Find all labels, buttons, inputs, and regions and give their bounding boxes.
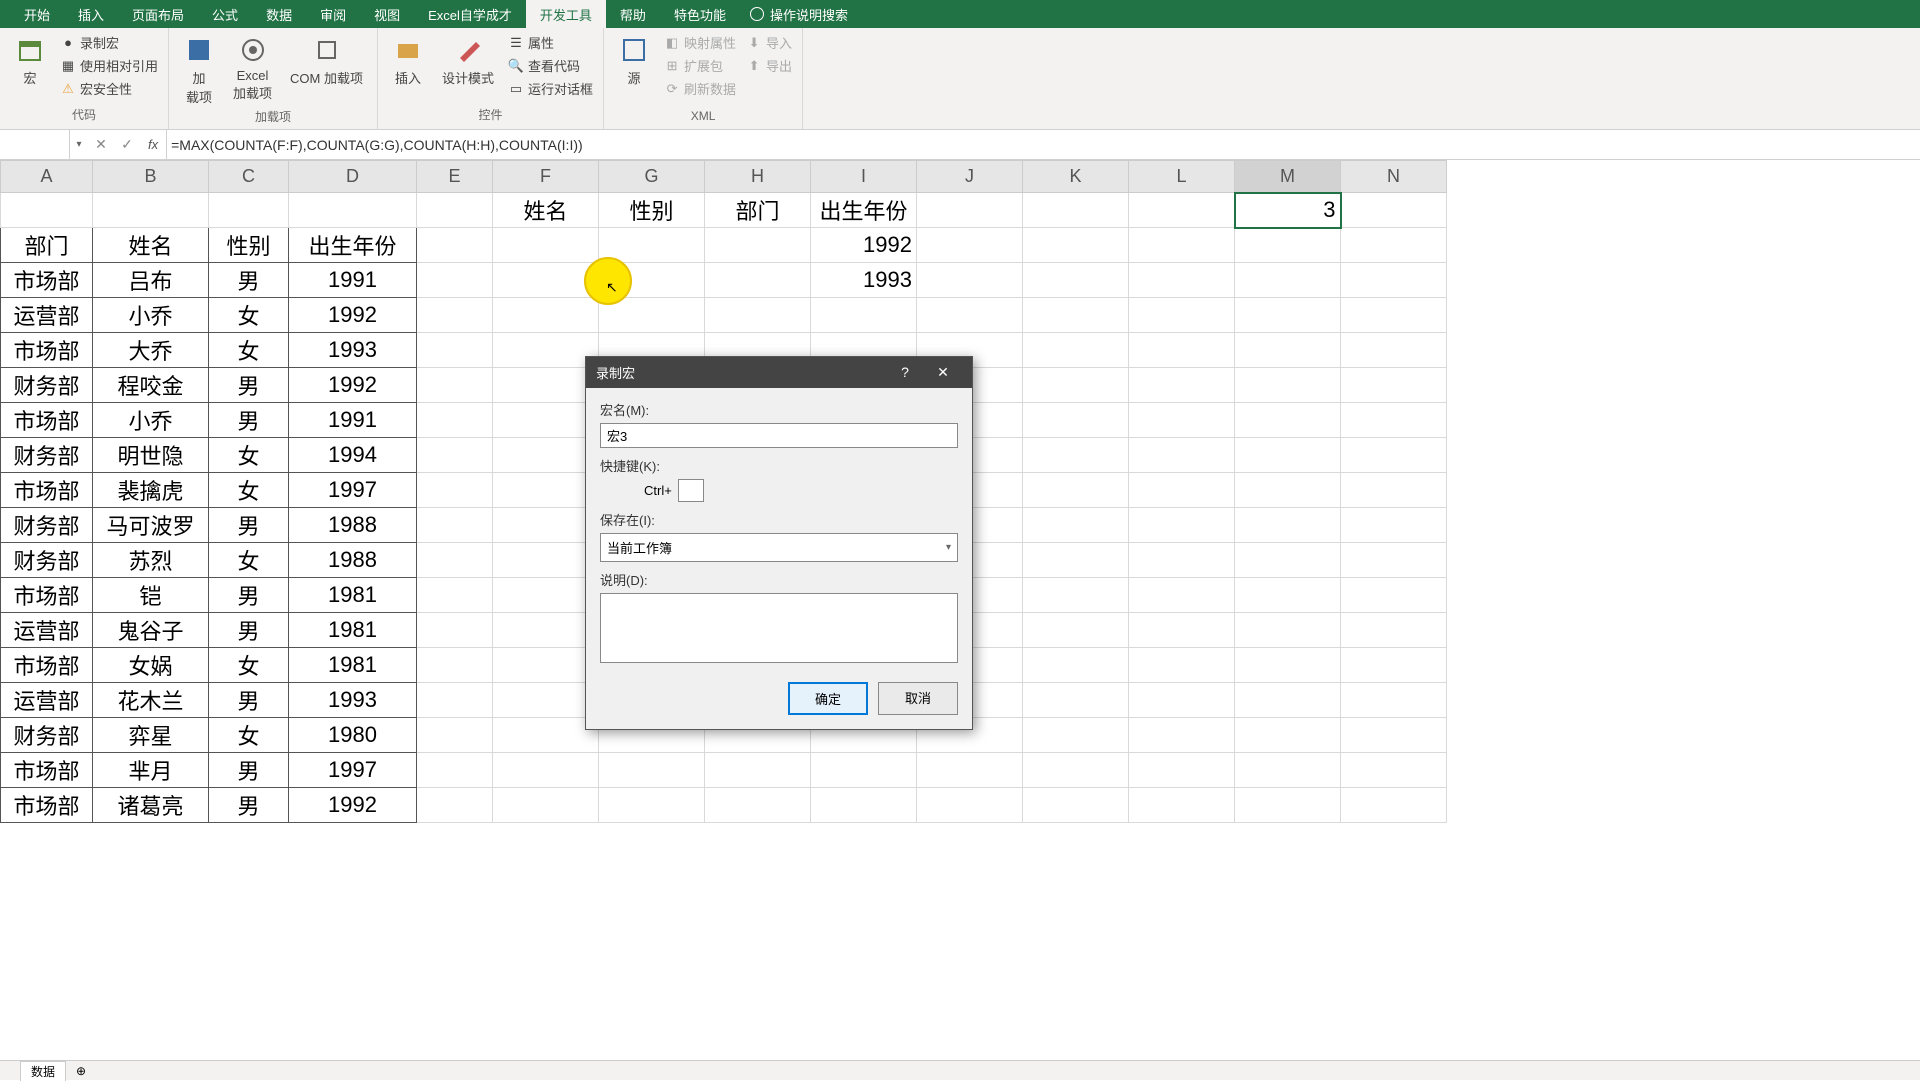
group-addins-label: 加载项	[177, 108, 369, 127]
addins-icon	[183, 34, 215, 66]
macros-button[interactable]: 宏	[8, 32, 52, 89]
shortcut-prefix: Ctrl+	[644, 483, 672, 498]
map-icon: ◧	[664, 35, 680, 51]
addins-button[interactable]: 加 载项	[177, 32, 221, 108]
name-box-dropdown[interactable]: ▾	[70, 139, 88, 150]
tab-layout[interactable]: 页面布局	[118, 0, 198, 29]
map-props-button: ◧映射属性	[662, 32, 738, 53]
grid-row[interactable]: 姓名性别部门出生年份 3	[1, 193, 1447, 228]
ribbon: 宏 ●录制宏 ▦使用相对引用 ⚠宏安全性 代码 加 载项 Excel 加载项 C…	[0, 28, 1920, 130]
group-controls-label: 控件	[386, 106, 595, 125]
dialog-titlebar[interactable]: 录制宏 ? ✕	[586, 357, 972, 388]
insert-control-icon	[392, 34, 424, 66]
bulb-icon	[750, 7, 764, 21]
help-button[interactable]: ?	[886, 364, 924, 381]
sheet-tabs: 数据 ⊕	[0, 1060, 1920, 1080]
shortcut-input[interactable]	[678, 479, 704, 502]
properties-button[interactable]: ☰属性	[506, 32, 595, 53]
desc-label: 说明(D):	[600, 570, 958, 589]
macros-icon	[14, 34, 46, 66]
expansion-button: ⊞扩展包	[662, 55, 738, 76]
group-xml-label: XML	[612, 109, 794, 125]
tab-insert[interactable]: 插入	[64, 0, 118, 29]
macro-name-label: 宏名(M):	[600, 400, 958, 419]
fx-button[interactable]: fx	[140, 137, 166, 152]
ok-button[interactable]: 确定	[788, 682, 868, 715]
sheet-tab-active[interactable]: 数据	[20, 1061, 66, 1081]
import-button: ⬇导入	[744, 32, 794, 53]
view-code-button[interactable]: 🔍查看代码	[506, 55, 595, 76]
confirm-edit-button[interactable]: ✓	[114, 136, 140, 153]
chevron-down-icon: ▾	[946, 542, 951, 553]
shield-icon: ⚠	[60, 81, 76, 97]
tell-me-search[interactable]: 操作说明搜索	[750, 5, 848, 24]
record-macro-button[interactable]: ●录制宏	[58, 32, 160, 53]
name-box[interactable]	[0, 130, 70, 159]
cursor-highlight-icon: ↖	[584, 257, 632, 305]
tab-data[interactable]: 数据	[252, 0, 306, 29]
shortcut-label: 快捷键(K):	[600, 456, 958, 475]
insert-control-button[interactable]: 插入	[386, 32, 430, 89]
export-icon: ⬆	[746, 58, 762, 74]
tell-me-label: 操作说明搜索	[770, 5, 848, 24]
properties-icon: ☰	[508, 35, 524, 51]
xml-source-icon	[618, 34, 650, 66]
formula-input[interactable]: =MAX(COUNTA(F:F),COUNTA(G:G),COUNTA(H:H)…	[167, 137, 1920, 153]
cancel-edit-button[interactable]: ✕	[88, 136, 114, 153]
code-icon: 🔍	[508, 58, 524, 74]
tab-custom[interactable]: Excel自学成才	[414, 0, 526, 29]
formula-bar: ▾ ✕ ✓ fx =MAX(COUNTA(F:F),COUNTA(G:G),CO…	[0, 130, 1920, 160]
xml-source-button[interactable]: 源	[612, 32, 656, 89]
refresh-icon: ⟳	[664, 81, 680, 97]
refresh-button: ⟳刷新数据	[662, 78, 738, 99]
tab-developer[interactable]: 开发工具	[526, 0, 606, 29]
design-mode-button[interactable]: 设计模式	[436, 32, 500, 89]
tab-features[interactable]: 特色功能	[660, 0, 740, 29]
excel-addins-icon	[237, 34, 269, 66]
run-dialog-button[interactable]: ▭运行对话框	[506, 78, 595, 99]
macro-security-button[interactable]: ⚠宏安全性	[58, 78, 160, 99]
desc-textarea[interactable]	[600, 593, 958, 663]
cancel-button[interactable]: 取消	[878, 682, 958, 715]
com-addins-icon	[311, 34, 343, 66]
new-sheet-button[interactable]: ⊕	[76, 1064, 86, 1078]
tab-view[interactable]: 视图	[360, 0, 414, 29]
table-row[interactable]: 市场部芈月男1997	[1, 753, 1447, 788]
import-icon: ⬇	[746, 35, 762, 51]
group-code-label: 代码	[8, 106, 160, 125]
com-addins-button[interactable]: COM 加载项	[284, 32, 369, 89]
table-row[interactable]: 运营部小乔女1992	[1, 298, 1447, 333]
tab-home[interactable]: 开始	[10, 0, 64, 29]
record-macro-dialog: 录制宏 ? ✕ 宏名(M): 快捷键(K): Ctrl+ 保存在(I): 当前工…	[585, 356, 973, 730]
table-row[interactable]: 市场部诸葛亮男1992	[1, 788, 1447, 823]
ribbon-tabs: 开始 插入 页面布局 公式 数据 审阅 视图 Excel自学成才 开发工具 帮助…	[0, 0, 1920, 28]
export-button: ⬆导出	[744, 55, 794, 76]
record-icon: ●	[60, 35, 76, 51]
store-select[interactable]: 当前工作簿 ▾	[600, 533, 958, 562]
design-icon	[452, 34, 484, 66]
use-relative-button[interactable]: ▦使用相对引用	[58, 55, 160, 76]
close-button[interactable]: ✕	[924, 364, 962, 381]
dialog-title: 录制宏	[596, 363, 886, 382]
store-label: 保存在(I):	[600, 510, 958, 529]
cell-M1: 3	[1235, 193, 1341, 228]
excel-addins-button[interactable]: Excel 加载项	[227, 32, 278, 104]
tab-review[interactable]: 审阅	[306, 0, 360, 29]
dialog-icon: ▭	[508, 81, 524, 97]
expand-icon: ⊞	[664, 58, 680, 74]
tab-help[interactable]: 帮助	[606, 0, 660, 29]
tab-formulas[interactable]: 公式	[198, 0, 252, 29]
grid-row[interactable]: 部门姓名 性别出生年份 1992	[1, 228, 1447, 263]
cursor-icon: ↖	[606, 279, 618, 296]
relative-icon: ▦	[60, 58, 76, 74]
macro-name-input[interactable]	[600, 423, 958, 448]
column-headers[interactable]: AB CD EF GH IJ KL MN	[1, 161, 1447, 193]
table-row[interactable]: 市场部吕布男19911993	[1, 263, 1447, 298]
